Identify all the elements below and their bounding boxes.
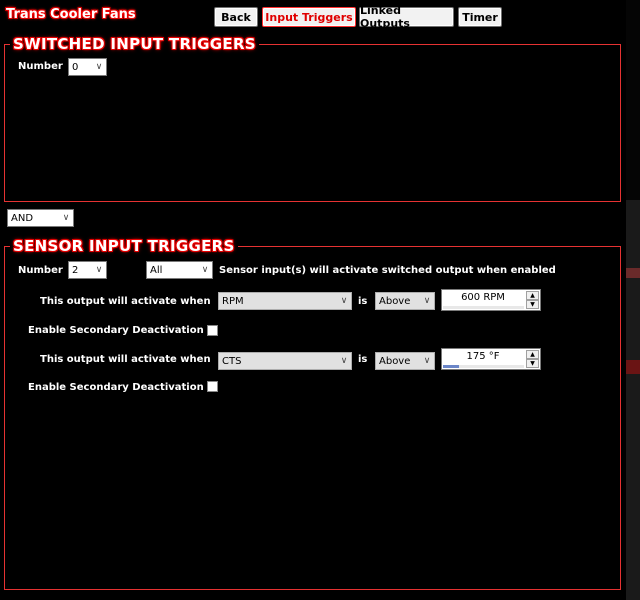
threshold-spinner[interactable]: 600 RPM ▲ ▼ (441, 289, 541, 311)
tab-linked-outputs[interactable]: Linked Outputs (359, 4, 454, 30)
arrow-down-icon[interactable]: ▼ (526, 300, 539, 309)
logic-operator-select[interactable]: AND ∨ (7, 209, 74, 227)
is-label: is (358, 354, 368, 365)
comparison-select[interactable]: Above ∨ (375, 352, 435, 370)
is-label: is (358, 296, 368, 307)
chevron-down-icon: ∨ (62, 213, 70, 223)
sensor-number-label: Number (18, 265, 63, 276)
activate-when-label: This output will activate when (40, 296, 211, 307)
sensor-description: Sensor input(s) will activate switched o… (219, 265, 556, 276)
tab-input-triggers[interactable]: Input Triggers (262, 7, 356, 27)
secondary-deactivation-label: Enable Secondary Deactivation (28, 382, 204, 393)
secondary-deactivation-label: Enable Secondary Deactivation (28, 325, 204, 336)
secondary-deactivation-checkbox[interactable] (207, 325, 218, 336)
switched-number-select[interactable]: 0 ∨ (68, 58, 107, 76)
chevron-down-icon: ∨ (95, 62, 103, 72)
sensor-source-select[interactable]: CTS ∨ (218, 352, 352, 370)
switched-number-label: Number (18, 61, 63, 72)
switched-input-triggers-title: SWITCHED INPUT TRIGGERS (10, 35, 259, 53)
threshold-level-bar (443, 365, 459, 368)
window-edge (626, 0, 640, 600)
chevron-down-icon: ∨ (340, 356, 348, 366)
chevron-down-icon: ∨ (340, 296, 348, 306)
back-button[interactable]: Back (214, 7, 258, 27)
chevron-down-icon: ∨ (95, 265, 103, 275)
sensor-input-triggers-title: SENSOR INPUT TRIGGERS (10, 237, 238, 255)
comparison-select[interactable]: Above ∨ (375, 292, 435, 310)
arrow-up-icon[interactable]: ▲ (526, 350, 539, 359)
secondary-deactivation-checkbox[interactable] (207, 381, 218, 392)
app-title: Trans Cooler Fans (6, 7, 136, 22)
sensor-mode-select[interactable]: All ∨ (146, 261, 213, 279)
chevron-down-icon: ∨ (423, 356, 431, 366)
activate-when-label: This output will activate when (40, 354, 211, 365)
chevron-down-icon: ∨ (423, 296, 431, 306)
arrow-down-icon[interactable]: ▼ (526, 359, 539, 368)
threshold-spinner[interactable]: 175 °F ▲ ▼ (441, 348, 541, 370)
tab-timer[interactable]: Timer (458, 7, 502, 27)
sensor-number-select[interactable]: 2 ∨ (68, 261, 107, 279)
chevron-down-icon: ∨ (201, 265, 209, 275)
sensor-source-select[interactable]: RPM ∨ (218, 292, 352, 310)
arrow-up-icon[interactable]: ▲ (526, 291, 539, 300)
